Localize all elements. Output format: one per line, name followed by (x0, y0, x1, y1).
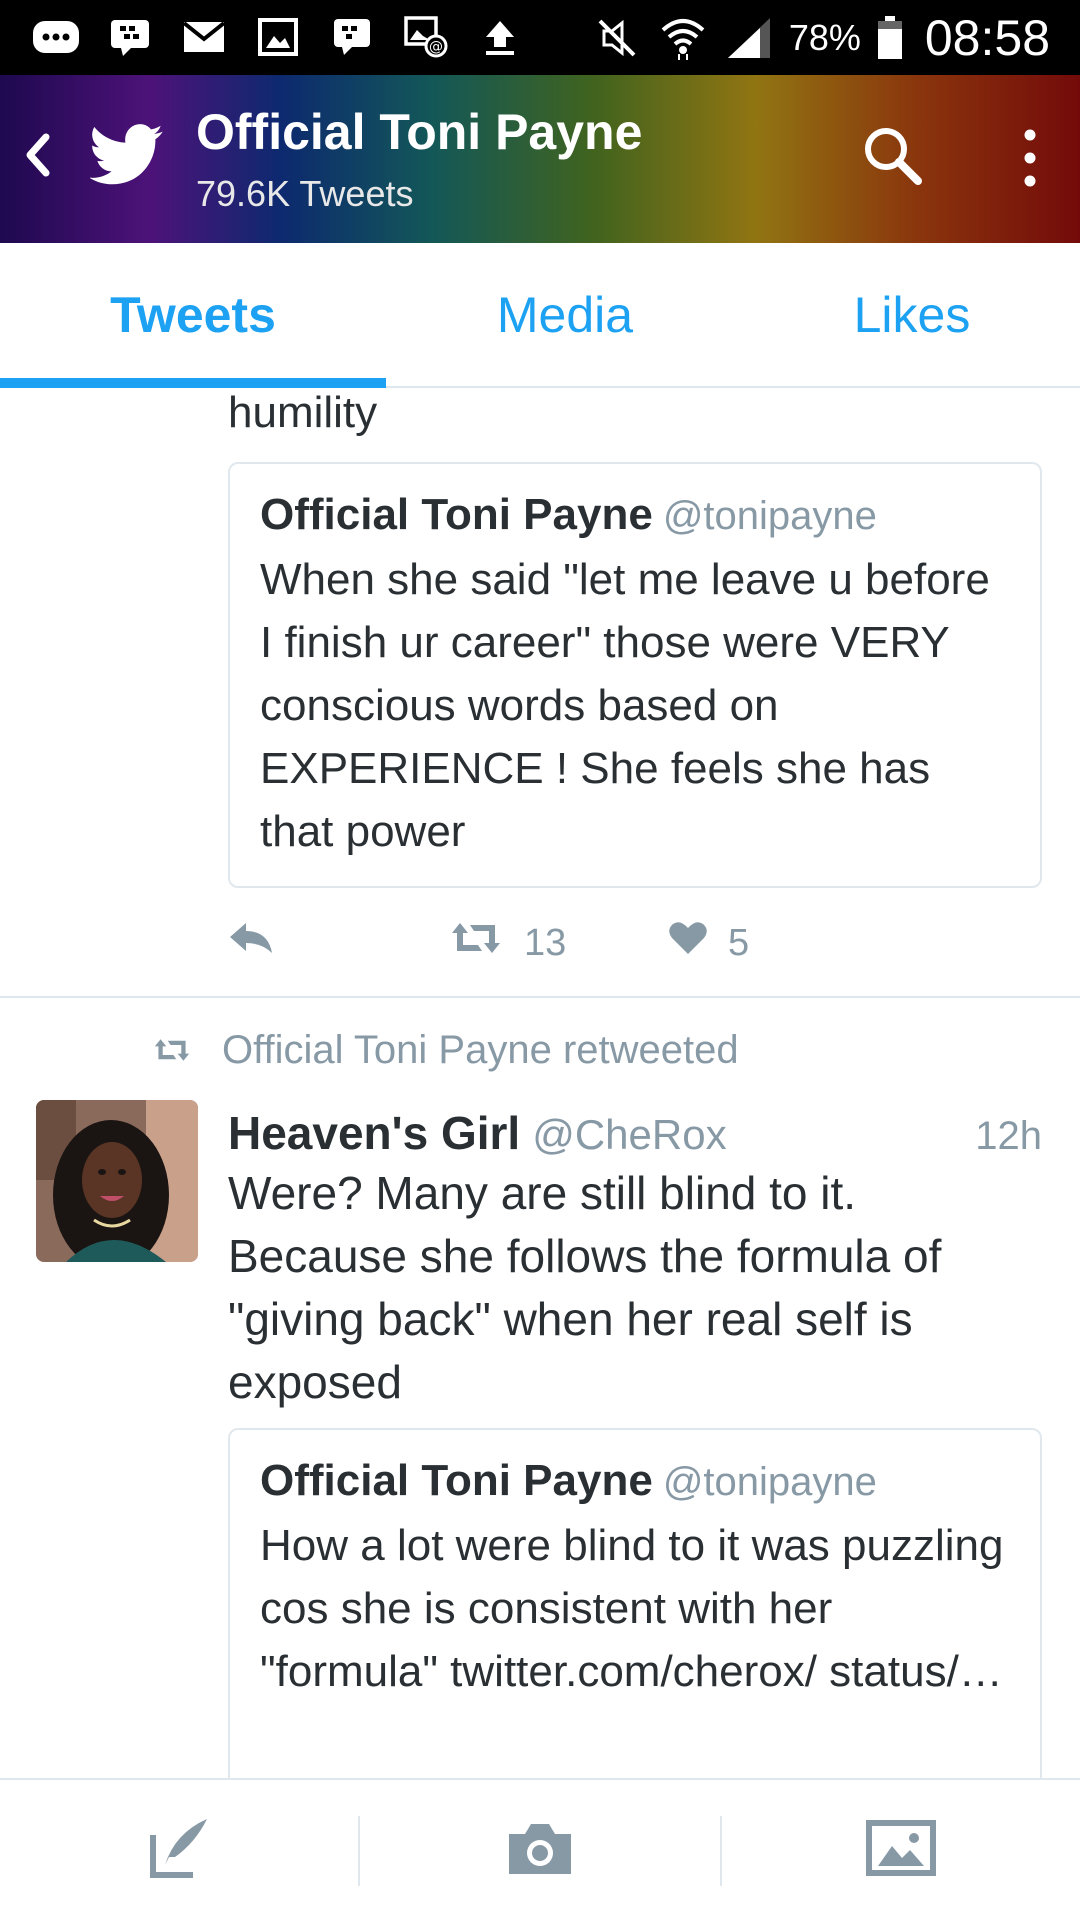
tab-tweets[interactable]: Tweets (0, 243, 386, 386)
compose-icon (145, 1813, 215, 1888)
retweet-icon (448, 921, 504, 965)
tweet-divider (0, 996, 1080, 998)
upload-icon (474, 14, 526, 60)
profile-header: Official Toni Payne 79.6K Tweets (0, 75, 1080, 243)
retweet-button[interactable]: 13 (448, 921, 668, 965)
camera-button[interactable] (495, 1810, 585, 1890)
quoted-tweet-text: When she said "let me leave u before I f… (260, 555, 990, 856)
svg-text:@: @ (429, 39, 443, 55)
quoted-author-name: Official Toni Payne (260, 490, 653, 539)
wifi-icon (657, 15, 709, 61)
quoted-tweet[interactable]: Official Toni Payne @tonipayne How a lot … (228, 1428, 1042, 1778)
twitter-bird-icon[interactable] (89, 123, 164, 187)
author-name[interactable]: Heaven's Girl (228, 1106, 520, 1160)
gallery-button[interactable] (856, 1810, 946, 1890)
quoted-author-handle: @tonipayne (662, 1460, 877, 1504)
profile-name: Official Toni Payne (196, 104, 643, 160)
tweet-timestamp: 12h (975, 1114, 1042, 1158)
reply-icon (228, 921, 274, 965)
status-bar: @ 78% 08:58 (0, 0, 1080, 75)
tweet-actions: 13 5 (228, 918, 749, 968)
retweet-count: 13 (524, 921, 567, 964)
heart-icon (668, 920, 708, 966)
tweet-text-fragment: humility (228, 388, 378, 437)
mute-icon (591, 15, 643, 61)
active-tab-indicator (0, 378, 386, 388)
mail-icon (178, 14, 230, 60)
gallery-icon (252, 14, 304, 60)
compose-tweet-button[interactable] (135, 1810, 225, 1890)
mms-icon: @ (400, 14, 452, 60)
author-handle[interactable]: @CheRox (532, 1111, 726, 1159)
reply-button[interactable] (228, 921, 448, 965)
battery-icon (875, 15, 905, 61)
toolbar-divider (358, 1816, 360, 1886)
tab-likes[interactable]: Likes (744, 243, 1080, 386)
like-button[interactable]: 5 (668, 920, 749, 966)
signal-icon (723, 15, 775, 61)
compose-bar (0, 1778, 1080, 1922)
retweet-context: Official Toni Payne retweeted (152, 1028, 739, 1073)
more-icon (30, 14, 82, 60)
tweet-count: 79.6K Tweets (196, 173, 414, 214)
retweet-context-text: Official Toni Payne retweeted (222, 1028, 739, 1072)
back-button[interactable] (18, 125, 58, 185)
quoted-author-name: Official Toni Payne (260, 1456, 653, 1505)
retweet-context-icon (152, 1028, 192, 1073)
profile-tabs: Tweets Media Likes (0, 243, 1080, 388)
battery-percent: 78% (788, 17, 861, 58)
bbm-icon (104, 14, 156, 60)
toolbar-divider (720, 1816, 722, 1886)
image-icon (866, 1819, 936, 1881)
bbm-chat-icon (326, 14, 378, 60)
tweet-header: Heaven's Girl @CheRox 12h (228, 1106, 1042, 1160)
avatar[interactable] (36, 1100, 198, 1262)
tab-media[interactable]: Media (386, 243, 744, 386)
quoted-author-handle: @tonipayne (662, 494, 877, 538)
like-count: 5 (728, 921, 750, 964)
quoted-tweet[interactable]: Official Toni Payne @tonipayne When she s… (228, 462, 1042, 888)
camera-icon (505, 1820, 575, 1881)
overflow-menu-icon[interactable] (1010, 123, 1050, 193)
tweet-feed[interactable]: humility Official Toni Payne @tonipayne W… (0, 388, 1080, 1778)
clock: 08:58 (924, 10, 1050, 66)
quoted-tweet-text: How a lot were blind to it was puzzling … (260, 1521, 1004, 1696)
search-icon[interactable] (858, 121, 928, 191)
tweet-text: Were? Many are still blind to it. Becaus… (228, 1167, 942, 1408)
